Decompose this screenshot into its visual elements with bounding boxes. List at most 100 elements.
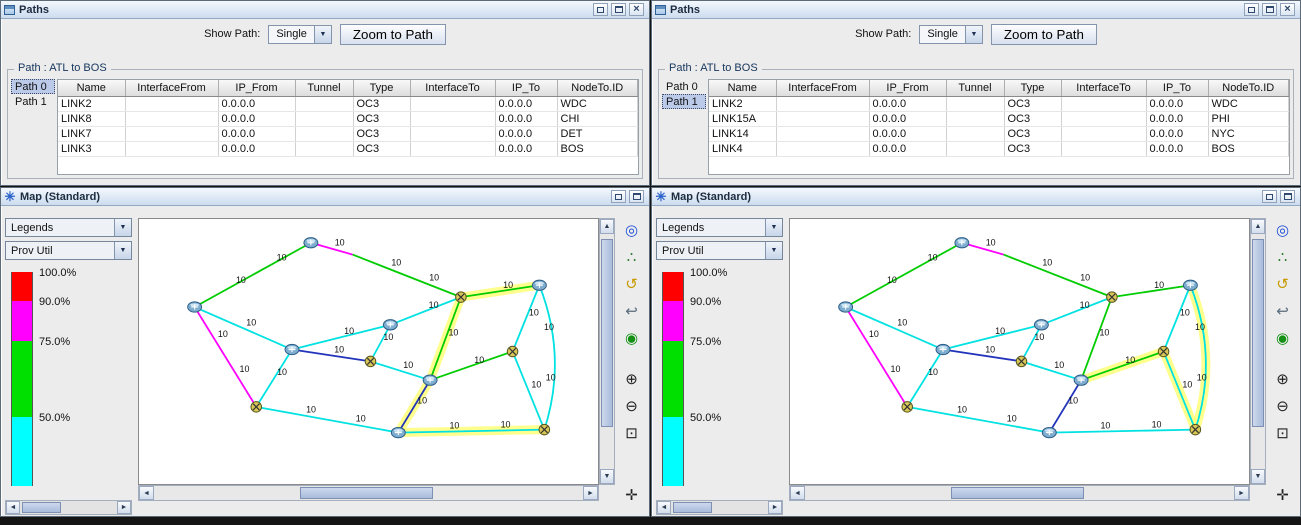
zoom-out-icon[interactable]: ⊖: [622, 396, 642, 416]
map-vertical-scrollbar[interactable]: ▲ ▼: [599, 218, 615, 485]
path-node[interactable]: [539, 424, 550, 434]
path-node[interactable]: [251, 402, 262, 412]
path-node[interactable]: [365, 356, 376, 366]
map-horizontal-scrollbar[interactable]: ◄ ►: [789, 485, 1250, 501]
router-node[interactable]: [1183, 280, 1197, 290]
map-link[interactable]: [1164, 285, 1191, 351]
table-row[interactable]: LINK140.0.0.0OC30.0.0.0NYC: [709, 126, 1289, 141]
router-node[interactable]: [188, 302, 202, 312]
path-node[interactable]: [507, 346, 518, 356]
column-header[interactable]: Type: [1004, 80, 1061, 96]
table-row[interactable]: LINK15A0.0.0.0OC30.0.0.0PHI: [709, 111, 1289, 126]
table-row[interactable]: LINK20.0.0.0OC30.0.0.0WDC: [58, 96, 638, 111]
scroll-right-button[interactable]: ►: [1234, 486, 1249, 500]
router-node[interactable]: [839, 302, 853, 312]
map-link[interactable]: [370, 325, 390, 362]
map-link[interactable]: [256, 407, 398, 433]
column-header[interactable]: NodeTo.ID: [1208, 80, 1289, 96]
scroll-track[interactable]: [1251, 234, 1265, 469]
table-row[interactable]: LINK70.0.0.0OC30.0.0.0DET: [58, 126, 638, 141]
restore-button[interactable]: [1244, 3, 1259, 16]
scroll-left-button[interactable]: ◄: [790, 486, 805, 500]
legends-select[interactable]: Legends ▼: [656, 218, 783, 237]
sidebar-scrollbar[interactable]: ◄ ►: [656, 500, 783, 515]
close-button[interactable]: ×: [629, 3, 644, 16]
map-link[interactable]: [539, 285, 555, 429]
map-link[interactable]: [256, 350, 292, 407]
maximize-button[interactable]: [1280, 190, 1295, 203]
router-node[interactable]: [423, 375, 437, 385]
scroll-left-button[interactable]: ◄: [6, 501, 20, 514]
map-titlebar[interactable]: ✳ Map (Standard): [1, 188, 649, 206]
zoom-to-path-button[interactable]: Zoom to Path: [991, 24, 1097, 45]
router-node[interactable]: [936, 344, 950, 354]
router-node[interactable]: [1074, 375, 1088, 385]
zoom-in-icon[interactable]: ⊕: [1273, 369, 1293, 389]
scroll-down-button[interactable]: ▼: [600, 469, 614, 484]
globe-icon[interactable]: ◉: [622, 328, 642, 348]
map-link[interactable]: [195, 307, 292, 350]
scroll-left-button[interactable]: ◄: [657, 501, 671, 514]
path-list-item-0[interactable]: Path 0: [662, 79, 706, 94]
map-link[interactable]: [1021, 325, 1041, 362]
map-titlebar[interactable]: ✳ Map (Standard): [652, 188, 1300, 206]
path-node[interactable]: [1016, 356, 1027, 366]
map-link[interactable]: [353, 255, 461, 298]
zoom-area-icon[interactable]: ⊡: [1273, 423, 1293, 443]
scroll-right-button[interactable]: ►: [583, 486, 598, 500]
back-arrow-icon[interactable]: ↩: [622, 301, 642, 321]
column-header[interactable]: Tunnel: [295, 80, 353, 96]
router-node[interactable]: [285, 344, 299, 354]
scroll-down-button[interactable]: ▼: [1251, 469, 1265, 484]
scroll-right-button[interactable]: ►: [768, 501, 782, 514]
undo-arrow-icon[interactable]: ↺: [622, 274, 642, 294]
table-row[interactable]: LINK30.0.0.0OC30.0.0.0BOS: [58, 141, 638, 156]
column-header[interactable]: Name: [58, 80, 125, 96]
zoom-area-icon[interactable]: ⊡: [622, 423, 642, 443]
column-header[interactable]: InterfaceTo: [1061, 80, 1146, 96]
maximize-button[interactable]: [611, 3, 626, 16]
scroll-thumb[interactable]: [951, 487, 1084, 499]
map-link[interactable]: [1081, 352, 1163, 381]
show-path-select[interactable]: Single ▼: [268, 25, 332, 44]
map-vertical-scrollbar[interactable]: ▲ ▼: [1250, 218, 1266, 485]
map-link[interactable]: [846, 243, 962, 307]
map-link[interactable]: [195, 243, 311, 307]
compass-icon[interactable]: ◎: [1273, 220, 1293, 240]
router-node[interactable]: [532, 280, 546, 290]
restore-button[interactable]: [1262, 190, 1277, 203]
close-button[interactable]: ×: [1280, 3, 1295, 16]
map-link[interactable]: [1164, 352, 1196, 430]
map-horizontal-scrollbar[interactable]: ◄ ►: [138, 485, 599, 501]
maximize-button[interactable]: [629, 190, 644, 203]
column-header[interactable]: NodeTo.ID: [557, 80, 638, 96]
router-node[interactable]: [1034, 320, 1048, 330]
map-canvas[interactable]: 1010101010101010101010101010101010101010…: [789, 218, 1250, 485]
scroll-left-button[interactable]: ◄: [139, 486, 154, 500]
router-node[interactable]: [1042, 427, 1056, 437]
scroll-up-button[interactable]: ▲: [600, 219, 614, 234]
column-header[interactable]: InterfaceTo: [410, 80, 495, 96]
map-link[interactable]: [513, 352, 545, 430]
back-arrow-icon[interactable]: ↩: [1273, 301, 1293, 321]
column-header[interactable]: InterfaceFrom: [776, 80, 869, 96]
maximize-button[interactable]: [1262, 3, 1277, 16]
map-link[interactable]: [1049, 380, 1081, 432]
column-header[interactable]: Tunnel: [946, 80, 1004, 96]
map-link[interactable]: [1021, 361, 1081, 380]
map-link[interactable]: [907, 407, 1049, 433]
scroll-up-button[interactable]: ▲: [1251, 219, 1265, 234]
utilization-select[interactable]: Prov Util ▼: [656, 241, 783, 260]
column-header[interactable]: InterfaceFrom: [125, 80, 218, 96]
map-link[interactable]: [846, 307, 943, 350]
map-link[interactable]: [398, 380, 430, 432]
scroll-thumb[interactable]: [22, 502, 61, 513]
globe-icon[interactable]: ◉: [1273, 328, 1293, 348]
scroll-thumb[interactable]: [1252, 239, 1264, 427]
scroll-thumb[interactable]: [300, 487, 433, 499]
column-header[interactable]: Type: [353, 80, 410, 96]
column-header[interactable]: IP_To: [1146, 80, 1208, 96]
path-list-item-1[interactable]: Path 1: [662, 94, 706, 109]
scroll-thumb[interactable]: [601, 239, 613, 427]
map-link[interactable]: [1041, 297, 1112, 325]
